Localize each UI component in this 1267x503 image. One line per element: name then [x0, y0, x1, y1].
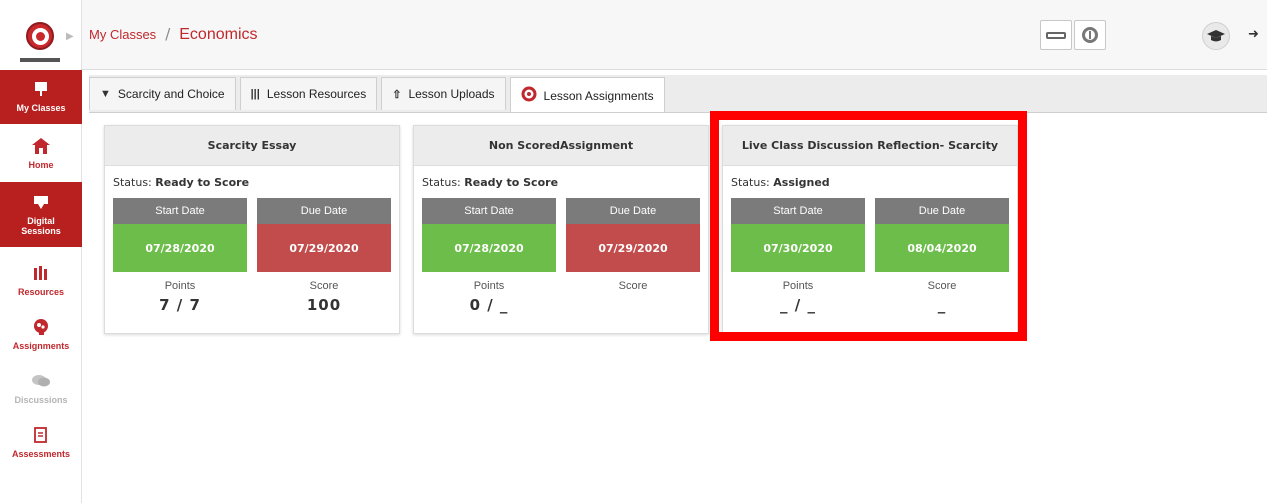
user-profile-button[interactable]: [1202, 22, 1230, 50]
logo-icon: [26, 22, 54, 50]
card-status: Status: Ready to Score: [422, 176, 559, 189]
chat-bubbles-icon: [31, 372, 51, 390]
chalkboard-icon: ▼: [100, 88, 111, 100]
top-bar: ▶ My Classes / Economics ➜: [0, 0, 1267, 70]
sidebar-item-assessments[interactable]: Assessments: [0, 418, 82, 468]
breadcrumb-separator: /: [165, 25, 171, 43]
presentation-board-icon: [34, 80, 48, 98]
points-label: Points: [473, 280, 505, 292]
tab-scarcity-and-choice[interactable]: ▼ Scarcity and Choice: [89, 77, 236, 110]
due-date-label: Due Date: [566, 198, 700, 224]
due-date-value: 07/29/2020: [257, 224, 391, 272]
tab-lesson-assignments[interactable]: Lesson Assignments: [509, 77, 665, 113]
breadcrumb-my-classes-link[interactable]: My Classes: [89, 27, 156, 42]
score-value: 100: [306, 296, 342, 314]
tab-lesson-uploads[interactable]: ⇧ Lesson Uploads: [381, 77, 506, 110]
books-icon: |||: [250, 88, 260, 100]
breadcrumb: My Classes / Economics: [89, 25, 258, 47]
books-icon: [33, 264, 49, 282]
sidebar: My Classes Home Digital Sessions Resourc…: [0, 70, 82, 503]
settings-button[interactable]: [1074, 20, 1106, 50]
brain-gear-icon: [521, 86, 537, 105]
gear-icon: [1082, 27, 1098, 43]
home-icon: [32, 137, 50, 155]
sidebar-item-assignments[interactable]: Assignments: [0, 310, 82, 360]
assignment-card[interactable]: Non ScoredAssignment Status: Ready to Sc…: [413, 125, 709, 334]
due-date-label: Due Date: [257, 198, 391, 224]
sidebar-item-discussions: Discussions: [0, 364, 82, 414]
points-value: 7 / 7: [159, 296, 201, 314]
logout-icon[interactable]: ➜: [1248, 27, 1259, 42]
start-date-label: Start Date: [422, 198, 556, 224]
graduation-cap-icon: [1207, 30, 1225, 42]
sidebar-item-digital-sessions[interactable]: Digital Sessions: [0, 182, 82, 247]
card-title: Non ScoredAssignment: [414, 126, 708, 166]
upload-icon: ⇧: [392, 88, 402, 101]
lesson-tabs: ▼ Scarcity and Choice ||| Lesson Resourc…: [89, 75, 669, 113]
start-date-value: 07/28/2020: [113, 224, 247, 272]
assignment-card[interactable]: Scarcity Essay Status: Ready to Score St…: [104, 125, 400, 334]
points-value: 0 / _: [469, 296, 509, 314]
due-date-value: 07/29/2020: [566, 224, 700, 272]
score-label: Score: [618, 280, 648, 292]
toggle-view-button[interactable]: [1040, 20, 1072, 50]
highlight-box: [710, 111, 1027, 341]
tab-lesson-resources[interactable]: ||| Lesson Resources: [239, 77, 378, 110]
sidebar-item-my-classes[interactable]: My Classes: [0, 70, 82, 124]
page-title: Economics: [179, 26, 258, 43]
card-title: Scarcity Essay: [105, 126, 399, 166]
sidebar-item-home[interactable]: Home: [0, 130, 82, 178]
start-date-label: Start Date: [113, 198, 247, 224]
brain-gear-icon: [33, 318, 49, 336]
start-date-value: 07/28/2020: [422, 224, 556, 272]
score-label: Score: [309, 280, 339, 292]
clipboard-pencil-icon: [33, 426, 49, 444]
chevron-right-icon: ▶: [66, 31, 74, 42]
sidebar-item-resources[interactable]: Resources: [0, 256, 82, 306]
rectangle-icon: [1046, 31, 1066, 39]
card-status: Status: Ready to Score: [113, 176, 250, 189]
points-label: Points: [164, 280, 196, 292]
chalkboard-icon: [33, 193, 49, 211]
